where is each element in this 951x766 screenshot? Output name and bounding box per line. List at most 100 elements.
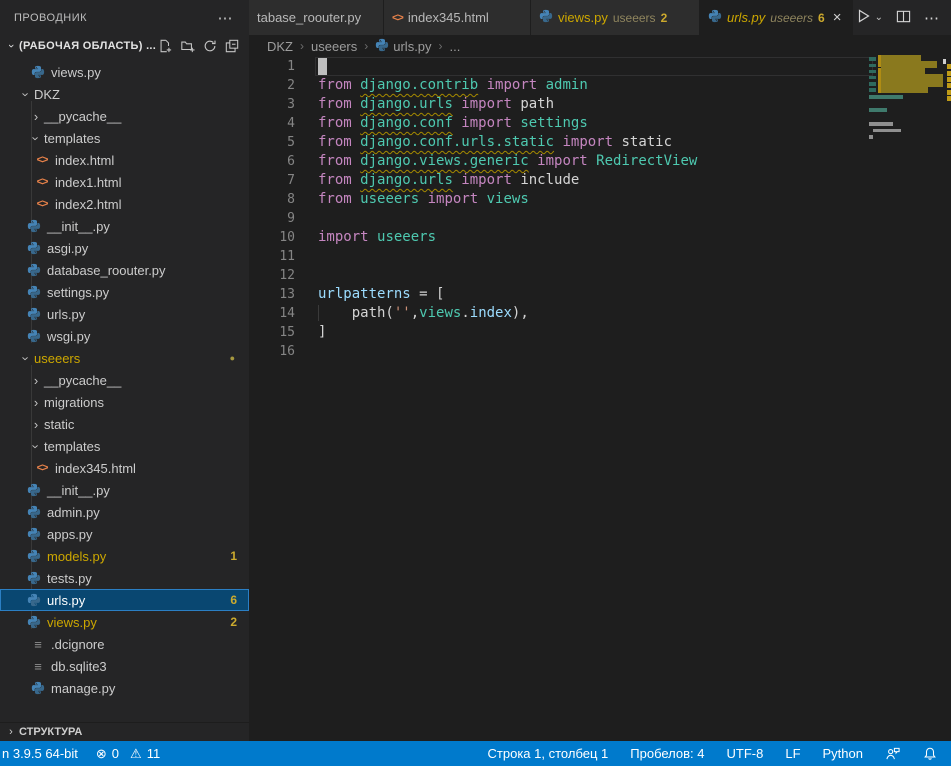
tab-label: tabase_roouter.py [257,10,361,25]
bell-icon[interactable] [923,746,937,761]
tree-item-db.sqlite3[interactable]: ≡db.sqlite3 [0,655,249,677]
tree-item-admin.py[interactable]: admin.py [0,501,249,523]
tab-urls.py[interactable]: urls.pyuseeers6× [700,0,853,35]
new-file-icon[interactable] [158,39,172,53]
tree-item-label: database_roouter.py [47,263,166,278]
tree-item-tests.py[interactable]: tests.py [0,567,249,589]
tree-item-manage.py[interactable]: manage.py [0,677,249,699]
tree-item-__pycache__[interactable]: ›__pycache__ [0,105,249,127]
tree-item-__init__.py[interactable]: __init__.py [0,215,249,237]
tree-item-label: templates [44,439,100,454]
tree-item-apps.py[interactable]: apps.py [0,523,249,545]
tree-item-templates[interactable]: ›templates [0,435,249,457]
outline-section-header[interactable]: › СТРУКТУРА [0,722,249,741]
tab-description: useeers [770,11,813,25]
code-line-14[interactable]: 14 path('',views.index), [249,304,951,323]
tree-item-database_roouter.py[interactable]: database_roouter.py [0,259,249,281]
breadcrumb-item-useeers[interactable]: useeers [311,39,357,54]
python-icon [26,219,42,233]
tree-item-models.py[interactable]: models.py1 [0,545,249,567]
explorer-more-actions-icon[interactable]: ⋯ [218,9,234,27]
tree-item-settings.py[interactable]: settings.py [0,281,249,303]
tree-item-label: urls.py [47,593,85,608]
tab-tabase_roouter.py[interactable]: tabase_roouter.py [249,0,384,35]
status-python-interpreter[interactable]: n 3.9.5 64-bit [2,746,78,761]
feedback-icon[interactable] [885,746,901,761]
tab-views.py[interactable]: views.pyuseeers2 [531,0,700,35]
close-icon[interactable]: × [833,9,842,26]
code-line-12[interactable]: 12 [249,266,951,285]
code-line-7[interactable]: 7from django.urls import include [249,171,951,190]
minimap[interactable] [869,55,943,375]
current-line-highlight [315,57,873,76]
chevron-right-icon: › [28,417,44,432]
code-line-2[interactable]: 2from django.contrib import admin [249,76,951,95]
tree-item-index345.html[interactable]: <>index345.html [0,457,249,479]
status-encoding[interactable]: UTF-8 [727,746,764,761]
tree-item-__init__.py[interactable]: __init__.py [0,479,249,501]
breadcrumb-item-urls.py[interactable]: urls.py [375,38,431,55]
status-language-mode[interactable]: Python [823,746,863,761]
tree-item-index2.html[interactable]: <>index2.html [0,193,249,215]
tree-item-.dcignore[interactable]: ≡.dcignore [0,633,249,655]
tree-item-index.html[interactable]: <>index.html [0,149,249,171]
tree-item-index1.html[interactable]: <>index1.html [0,171,249,193]
line-number: 2 [249,76,295,95]
chevron-right-icon: › [28,395,44,410]
code-line-3[interactable]: 3from django.urls import path [249,95,951,114]
tab-problem-badge: 2 [661,11,668,25]
line-number: 7 [249,171,295,190]
tree-item-asgi.py[interactable]: asgi.py [0,237,249,259]
status-cursor-position[interactable]: Строка 1, столбец 1 [488,746,609,761]
tree-item-views.py[interactable]: views.py [0,61,249,83]
code-line-16[interactable]: 16 [249,342,951,361]
tree-item-__pycache__[interactable]: ›__pycache__ [0,369,249,391]
refresh-icon[interactable] [203,39,217,53]
code-editor[interactable]: 12from django.contrib import admin3from … [249,57,951,361]
tree-item-templates[interactable]: ›templates [0,127,249,149]
overview-ruler[interactable] [943,57,951,741]
breadcrumb-item-...[interactable]: ... [450,39,461,54]
tree-item-static[interactable]: ›static [0,413,249,435]
tab-index345.html[interactable]: <>index345.html [384,0,531,35]
split-editor-icon[interactable] [896,9,911,27]
code-line-4[interactable]: 4from django.conf import settings [249,114,951,133]
code-text: urlpatterns = [ [318,285,444,304]
tree-item-urls.py[interactable]: urls.py [0,303,249,325]
tree-item-DKZ[interactable]: ›DKZ [0,83,249,105]
python-icon [26,527,42,541]
tree-item-wsgi.py[interactable]: wsgi.py [0,325,249,347]
run-dropdown-icon[interactable]: ⌄ [875,12,883,23]
code-line-8[interactable]: 8from useeers import views [249,190,951,209]
breadcrumb-item-DKZ[interactable]: DKZ [267,39,293,54]
minimap-mark [947,64,951,69]
code-line-13[interactable]: 13urlpatterns = [ [249,285,951,304]
collapse-all-icon[interactable] [225,39,239,53]
run-icon[interactable] [855,8,871,27]
code-line-9[interactable]: 9 [249,209,951,228]
breadcrumb-label: useeers [311,39,357,54]
new-folder-icon[interactable] [180,39,195,53]
status-indentation[interactable]: Пробелов: 4 [630,746,704,761]
status-problems[interactable]: ⊗0⚠11 [96,746,160,762]
tree-item-migrations[interactable]: ›migrations [0,391,249,413]
code-line-10[interactable]: 10import useeers [249,228,951,247]
tree-item-label: views.py [47,615,97,630]
minimap-mark [869,57,876,61]
more-actions-icon[interactable]: ⋯ [924,9,939,27]
tree-item-label: index2.html [55,197,121,212]
code-line-15[interactable]: 15] [249,323,951,342]
code-line-1[interactable]: 1 [249,57,951,76]
tree-item-label: asgi.py [47,241,88,256]
file-tree: views.py›DKZ›__pycache__›templates<>inde… [0,57,249,699]
tree-item-useeers[interactable]: ›useeers● [0,347,249,369]
code-line-11[interactable]: 11 [249,247,951,266]
editor-actions: ⌄⋯ [855,0,951,35]
status-eol[interactable]: LF [785,746,800,761]
tree-item-views.py[interactable]: views.py2 [0,611,249,633]
code-line-5[interactable]: 5from django.conf.urls.static import sta… [249,133,951,152]
workspace-section-header[interactable]: › (РАБОЧАЯ ОБЛАСТЬ) ... [0,35,249,57]
tree-item-label: static [44,417,74,432]
code-line-6[interactable]: 6from django.views.generic import Redire… [249,152,951,171]
tree-item-urls.py[interactable]: urls.py6 [0,589,249,611]
